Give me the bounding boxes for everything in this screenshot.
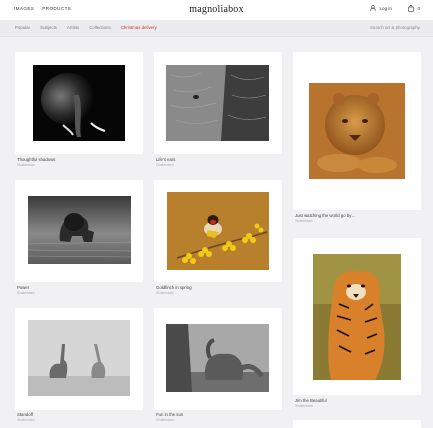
- card-subtitle: Shutterstock: [17, 291, 35, 295]
- artwork-goldfinch-in-spring[interactable]: [167, 192, 269, 270]
- login-label: Log in: [379, 5, 392, 11]
- card-subtitle: Shutterstock: [295, 219, 313, 223]
- nav-products[interactable]: PRODUCTS: [42, 6, 71, 11]
- category-nav: Popular Subjects Artists Collections Chr…: [0, 20, 433, 37]
- card-title[interactable]: Goldfinch in spring: [156, 285, 192, 290]
- card-title[interactable]: Just watching the world go by…: [295, 213, 356, 218]
- card-subtitle: Shutterstock: [156, 418, 174, 422]
- product-card[interactable]: [15, 308, 143, 410]
- subnav-collections[interactable]: Collections: [89, 25, 110, 30]
- card-title[interactable]: Standoff: [17, 412, 33, 417]
- product-card[interactable]: [154, 52, 282, 154]
- user-icon: [370, 5, 377, 11]
- card-title[interactable]: Fun in the sun: [156, 412, 183, 417]
- bag-icon: [408, 5, 415, 12]
- product-card[interactable]: [293, 238, 421, 395]
- product-card[interactable]: [293, 420, 421, 428]
- login-link[interactable]: Log in: [370, 5, 392, 11]
- nav-images[interactable]: IMAGES: [14, 6, 34, 11]
- top-header: IMAGES PRODUCTS magnoliabox Log in 0: [0, 0, 433, 20]
- search-link[interactable]: Search art & photography: [370, 25, 420, 30]
- artwork-lifes-ears[interactable]: [166, 65, 269, 141]
- card-title[interactable]: Power: [17, 285, 29, 290]
- site-logo[interactable]: magnoliabox: [189, 4, 243, 15]
- artwork-power[interactable]: [27, 196, 132, 264]
- subnav-popular[interactable]: Popular: [15, 25, 30, 30]
- artwork-jim-the-beautiful[interactable]: [313, 254, 401, 380]
- product-card[interactable]: [154, 308, 282, 410]
- card-subtitle: Shutterstock: [17, 163, 35, 167]
- subnav-christmas-delivery[interactable]: Christmas delivery: [121, 25, 157, 30]
- card-subtitle: Shutterstock: [17, 418, 35, 422]
- subnav-subjects[interactable]: Subjects: [40, 25, 57, 30]
- artwork-just-watching-the-world-go-by[interactable]: [309, 83, 405, 179]
- subnav-artists[interactable]: Artists: [67, 25, 79, 30]
- artwork-thoughtful-shadows[interactable]: [33, 65, 125, 141]
- card-subtitle: Shutterstock: [156, 163, 174, 167]
- artwork-fun-in-the-sun[interactable]: [166, 324, 269, 392]
- cart-count: 0: [417, 6, 420, 11]
- card-title[interactable]: Life's ears: [156, 157, 175, 162]
- product-card[interactable]: [293, 52, 421, 210]
- artwork-standoff[interactable]: [28, 320, 130, 396]
- card-subtitle: Shutterstock: [156, 291, 174, 295]
- product-card[interactable]: [15, 180, 143, 282]
- card-title[interactable]: Thoughtful shadows: [17, 157, 55, 162]
- top-nav: IMAGES PRODUCTS: [14, 6, 71, 11]
- card-title[interactable]: Jim the Beautiful: [295, 398, 327, 403]
- product-card[interactable]: [154, 180, 282, 282]
- card-subtitle: Shutterstock: [295, 404, 313, 408]
- product-card[interactable]: [15, 52, 143, 154]
- cart-button[interactable]: 0: [408, 5, 420, 12]
